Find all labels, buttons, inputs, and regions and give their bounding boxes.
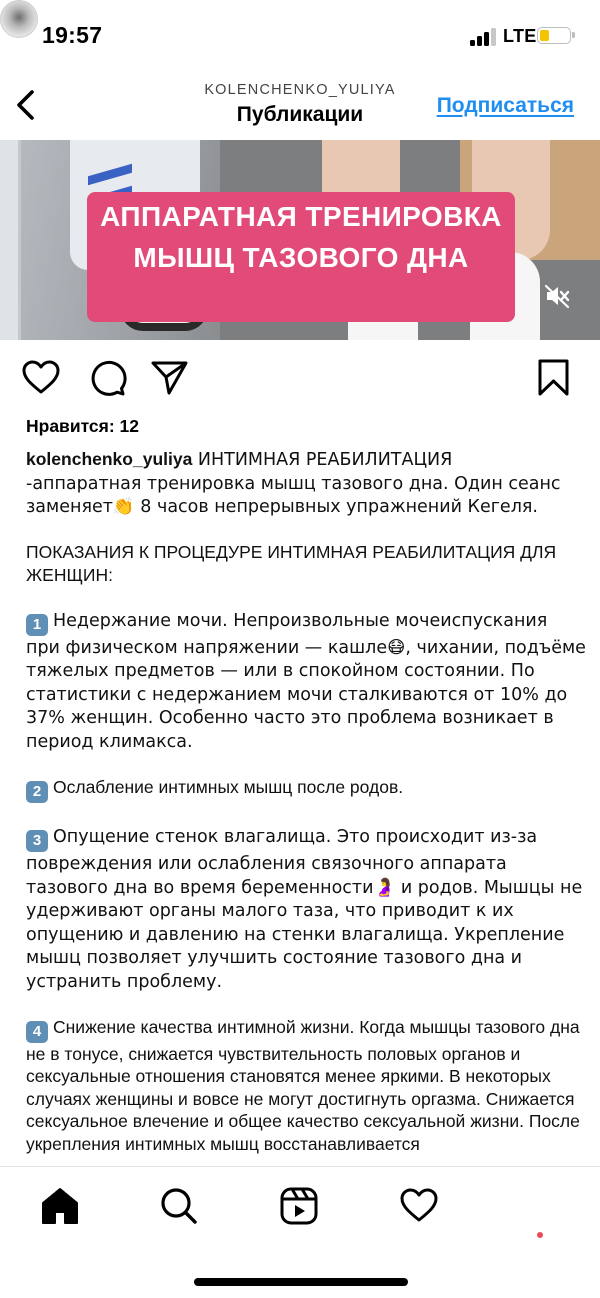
post-caption: kolenchenko_yuliya ИНТИМНАЯ РЕАБИЛИТАЦИЯ… (26, 448, 586, 1166)
caption-item: 2 Ослабление интимных мышц после родов. (26, 776, 586, 803)
save-button[interactable] (534, 358, 574, 398)
tab-bar-divider (0, 1166, 600, 1167)
overlay-line-1: АППАРАТНАЯ ТРЕНИРОВКА (100, 201, 502, 232)
caption-username[interactable]: kolenchenko_yuliya (26, 449, 192, 469)
comment-icon (91, 360, 127, 396)
tab-home[interactable] (40, 1186, 80, 1226)
keycap-number-icon: 1 (26, 613, 48, 636)
page-title: Публикации (236, 103, 364, 126)
battery-icon (537, 27, 575, 44)
tab-search[interactable] (159, 1186, 199, 1226)
tab-activity[interactable] (399, 1186, 439, 1226)
keycap-number-icon: 3 (26, 830, 48, 852)
bookmark-icon (538, 359, 569, 396)
network-label: LTE (503, 26, 537, 46)
caption-item: 3 Опущение стенок влагалища. Это происход… (26, 825, 586, 993)
home-indicator[interactable] (194, 1278, 408, 1286)
status-time: 19:57 (42, 22, 103, 48)
status-bar: 19:57 LTE (0, 0, 600, 72)
signal-icon (470, 28, 496, 46)
back-button[interactable] (10, 84, 44, 126)
caption-item: 4 Снижение качества интимной жизни. Когда… (26, 1016, 586, 1156)
media-overlay-text: АППАРАТНАЯ ТРЕНИРОВКА МЫШЦ ТАЗОВОГО ДНА (87, 196, 515, 278)
caption-item: 1 Недержание мочи. Непроизвольные мочеисп… (26, 609, 586, 754)
keycap-number-icon: 4 (26, 1020, 48, 1043)
search-icon (161, 1188, 197, 1224)
caption-item-text: Опущение стенок влагалища. Это происходи… (26, 827, 583, 992)
heart-icon (22, 360, 60, 394)
likes-count[interactable]: Нравится: 12 (26, 416, 139, 437)
header-username[interactable]: KOLENCHENKO_YULIYA (150, 82, 450, 98)
tab-reels[interactable] (279, 1186, 319, 1226)
caption-item-text: Снижение качества интимной жизни. Когда … (26, 1016, 580, 1154)
caption-item-text: Недержание мочи. Непроизвольные мочеиспу… (26, 610, 586, 752)
reels-icon (280, 1187, 318, 1225)
caption-intro: kolenchenko_yuliya ИНТИМНАЯ РЕАБИЛИТАЦИЯ… (26, 448, 586, 519)
follow-button[interactable]: Подписаться (437, 94, 574, 118)
share-button[interactable] (150, 358, 190, 398)
paper-plane-icon (151, 361, 188, 395)
heart-icon (400, 1188, 438, 1222)
speaker-muted-icon[interactable] (544, 283, 570, 309)
comment-button[interactable] (87, 358, 127, 398)
like-button[interactable] (21, 358, 61, 398)
chevron-left-icon (17, 90, 34, 120)
keycap-number-icon: 2 (26, 780, 48, 803)
post-media[interactable]: АППАРАТНАЯ ТРЕНИРОВКА МЫШЦ ТАЗОВОГО ДНА (0, 140, 600, 340)
overlay-line-2: МЫШЦ ТАЗОВОГО ДНА (133, 242, 469, 273)
home-icon (42, 1188, 78, 1224)
caption-item-text: Ослабление интимных мышц после родов. (53, 776, 404, 797)
caption-heading: ПОКАЗАНИЯ К ПРОЦЕДУРЕ ИНТИМНАЯ РЕАБИЛИТА… (26, 542, 557, 585)
notification-dot (537, 1232, 543, 1238)
